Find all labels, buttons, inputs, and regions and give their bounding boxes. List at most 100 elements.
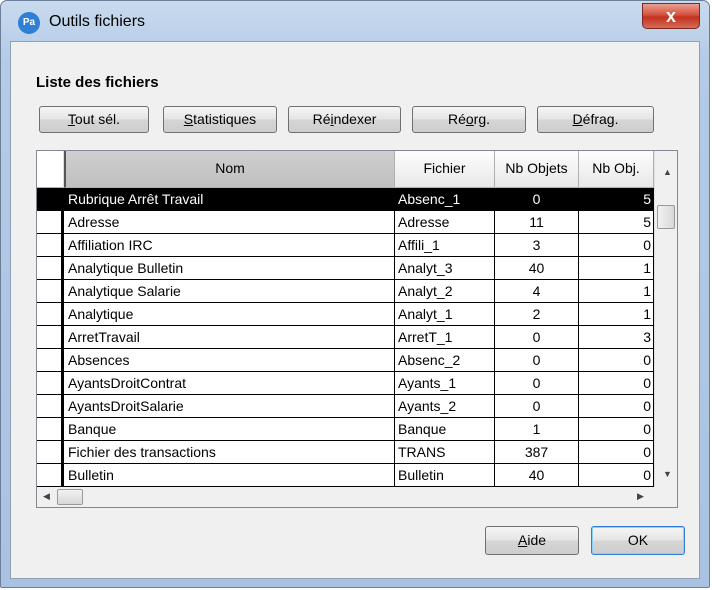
cell-nb-obj[interactable]: 0: [579, 395, 654, 418]
row-indicator[interactable]: [37, 372, 64, 395]
cell-fichier[interactable]: Analyt_3: [395, 257, 495, 280]
cell-fichier[interactable]: Adresse: [395, 211, 495, 234]
row-indicator[interactable]: [37, 234, 64, 257]
cell-fichier[interactable]: Ayants_2: [395, 395, 495, 418]
cell-nb-obj[interactable]: 1: [579, 280, 654, 303]
cell-nb-objets[interactable]: 11: [495, 211, 579, 234]
row-indicator[interactable]: [37, 326, 64, 349]
column-header-nom[interactable]: Nom: [64, 151, 395, 188]
row-indicator[interactable]: [37, 211, 64, 234]
row-indicator[interactable]: [37, 257, 64, 280]
cell-nb-objets[interactable]: 387: [495, 441, 579, 464]
vertical-scroll-thumb[interactable]: [657, 205, 675, 229]
table-row[interactable]: Rubrique Arrêt Travail Absenc_1 0 5: [37, 188, 654, 211]
cell-nb-objets[interactable]: 0: [495, 188, 579, 211]
reorganize-button[interactable]: Réorg.: [412, 106, 526, 133]
row-indicator[interactable]: [37, 280, 64, 303]
cell-nb-obj[interactable]: 5: [579, 211, 654, 234]
cell-nb-objets[interactable]: 2: [495, 303, 579, 326]
title-bar[interactable]: Pa Outils fichiers x: [1, 1, 709, 39]
column-header-fichier[interactable]: Fichier: [395, 151, 495, 188]
table-row[interactable]: Adresse Adresse 11 5: [37, 211, 654, 234]
cell-nom[interactable]: Banque: [64, 418, 395, 441]
row-indicator[interactable]: [37, 464, 64, 487]
cell-nom[interactable]: AyantsDroitSalarie: [64, 395, 395, 418]
scroll-left-icon[interactable]: ◀: [43, 491, 50, 502]
cell-nb-obj[interactable]: 0: [579, 349, 654, 372]
cell-fichier[interactable]: Absenc_2: [395, 349, 495, 372]
cell-fichier[interactable]: Analyt_1: [395, 303, 495, 326]
cell-nb-obj[interactable]: 0: [579, 441, 654, 464]
reindex-button[interactable]: Réindexer: [288, 106, 401, 133]
cell-nom[interactable]: Analytique Salarie: [64, 280, 395, 303]
table-row[interactable]: AyantsDroitSalarie Ayants_2 0 0: [37, 395, 654, 418]
cell-nb-objets[interactable]: 0: [495, 395, 579, 418]
select-all-button[interactable]: Tout sél.: [39, 106, 149, 133]
cell-nom[interactable]: Analytique: [64, 303, 395, 326]
row-indicator[interactable]: [37, 303, 64, 326]
cell-nom[interactable]: Affiliation IRC: [64, 234, 395, 257]
cell-nom[interactable]: Rubrique Arrêt Travail: [64, 188, 395, 211]
statistics-button[interactable]: Statistiques: [163, 106, 277, 133]
file-list-grid[interactable]: Nom Fichier Nb Objets Nb Obj. Rubrique A…: [36, 150, 678, 508]
horizontal-scrollbar[interactable]: ◀ ▶: [37, 487, 677, 507]
table-row[interactable]: Fichier des transactions TRANS 387 0: [37, 441, 654, 464]
horizontal-scroll-thumb[interactable]: [57, 489, 83, 505]
row-indicator[interactable]: [37, 188, 64, 211]
cell-nb-obj[interactable]: 0: [579, 464, 654, 487]
scroll-right-icon[interactable]: ▶: [637, 491, 644, 502]
cell-nb-obj[interactable]: 0: [579, 234, 654, 257]
cell-fichier[interactable]: Bulletin: [395, 464, 495, 487]
column-header-nb-obj[interactable]: Nb Obj.: [579, 151, 654, 188]
cell-nb-obj[interactable]: 3: [579, 326, 654, 349]
cell-nb-objets[interactable]: 0: [495, 326, 579, 349]
column-header-nb-objets[interactable]: Nb Objets: [495, 151, 579, 188]
cell-fichier[interactable]: Affili_1: [395, 234, 495, 257]
row-indicator[interactable]: [37, 441, 64, 464]
table-row[interactable]: ArretTravail ArretT_1 0 3: [37, 326, 654, 349]
table-row[interactable]: Analytique Salarie Analyt_2 4 1: [37, 280, 654, 303]
cell-fichier[interactable]: Analyt_2: [395, 280, 495, 303]
table-row[interactable]: Banque Banque 1 0: [37, 418, 654, 441]
cell-fichier[interactable]: TRANS: [395, 441, 495, 464]
table-row[interactable]: Affiliation IRC Affili_1 3 0: [37, 234, 654, 257]
cell-nb-objets[interactable]: 3: [495, 234, 579, 257]
cell-fichier[interactable]: Absenc_1: [395, 188, 495, 211]
table-row[interactable]: Bulletin Bulletin 40 0: [37, 464, 654, 487]
cell-nb-objets[interactable]: 1: [495, 418, 579, 441]
table-row[interactable]: Analytique Bulletin Analyt_3 40 1: [37, 257, 654, 280]
table-row[interactable]: Analytique Analyt_1 2 1: [37, 303, 654, 326]
scroll-down-icon[interactable]: ▼: [663, 469, 672, 479]
cell-fichier[interactable]: ArretT_1: [395, 326, 495, 349]
cell-nom[interactable]: Bulletin: [64, 464, 395, 487]
cell-nom[interactable]: Analytique Bulletin: [64, 257, 395, 280]
cell-nb-objets[interactable]: 4: [495, 280, 579, 303]
cell-fichier[interactable]: Ayants_1: [395, 372, 495, 395]
cell-nb-objets[interactable]: 0: [495, 372, 579, 395]
cell-nb-obj[interactable]: 0: [579, 372, 654, 395]
close-button[interactable]: x: [642, 3, 700, 29]
cell-nom[interactable]: Adresse: [64, 211, 395, 234]
cell-nb-obj[interactable]: 1: [579, 257, 654, 280]
help-button[interactable]: Aide: [485, 526, 579, 555]
defrag-button[interactable]: Défrag.: [537, 106, 654, 133]
cell-nb-objets[interactable]: 40: [495, 257, 579, 280]
cell-nom[interactable]: Fichier des transactions: [64, 441, 395, 464]
vertical-scrollbar[interactable]: ▲ ▼: [654, 151, 677, 487]
row-indicator[interactable]: [37, 349, 64, 372]
cell-nom[interactable]: AyantsDroitContrat: [64, 372, 395, 395]
row-indicator[interactable]: [37, 418, 64, 441]
cell-nb-obj[interactable]: 5: [579, 188, 654, 211]
cell-fichier[interactable]: Banque: [395, 418, 495, 441]
row-indicator[interactable]: [37, 395, 64, 418]
table-row[interactable]: Absences Absenc_2 0 0: [37, 349, 654, 372]
scroll-up-icon[interactable]: ▲: [663, 167, 672, 177]
table-row[interactable]: AyantsDroitContrat Ayants_1 0 0: [37, 372, 654, 395]
cell-nb-obj[interactable]: 0: [579, 418, 654, 441]
cell-nb-objets[interactable]: 40: [495, 464, 579, 487]
cell-nom[interactable]: ArretTravail: [64, 326, 395, 349]
ok-button[interactable]: OK: [591, 526, 685, 555]
cell-nb-objets[interactable]: 0: [495, 349, 579, 372]
cell-nb-obj[interactable]: 1: [579, 303, 654, 326]
cell-nom[interactable]: Absences: [64, 349, 395, 372]
